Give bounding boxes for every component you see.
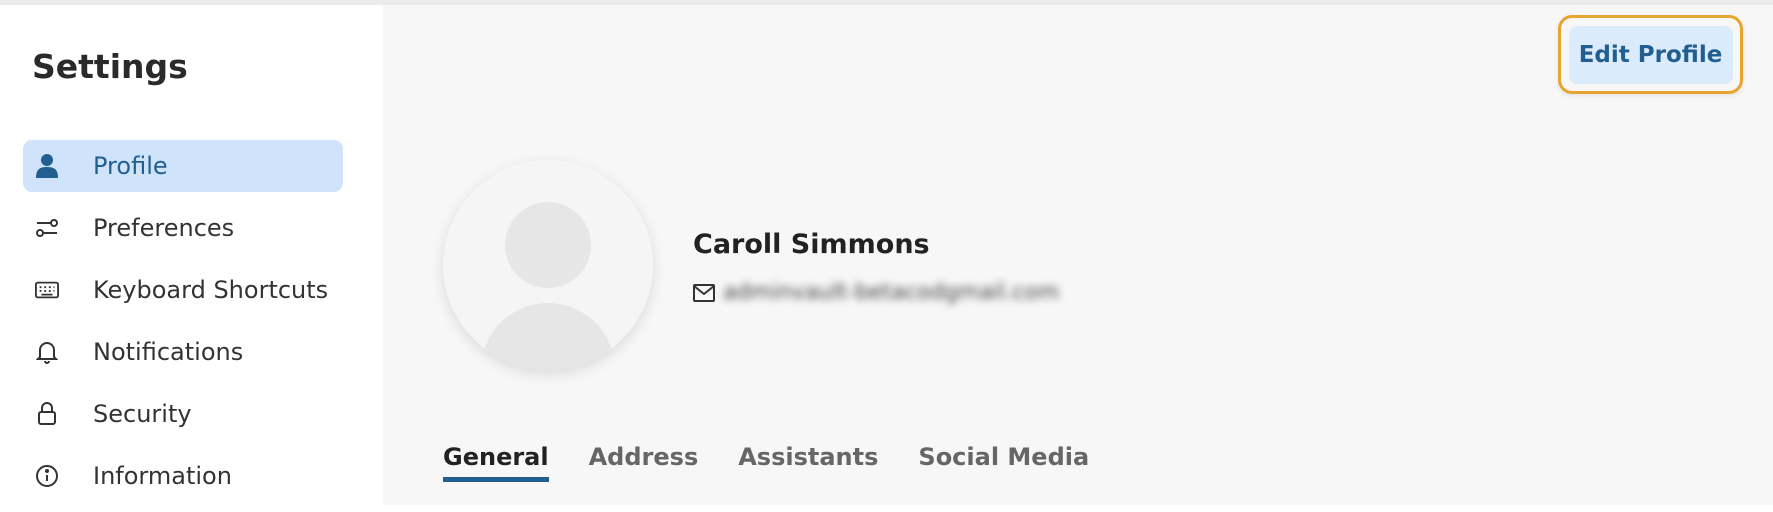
tab-address[interactable]: Address [589, 443, 699, 479]
person-icon [35, 154, 59, 178]
sidebar-item-label: Keyboard Shortcuts [93, 276, 329, 304]
user-email: adminvault-betacodgmail.com [723, 280, 1060, 305]
sidebar-item-label: Notifications [93, 338, 244, 366]
sidebar-item-profile[interactable]: Profile [23, 140, 343, 192]
info-icon [35, 464, 59, 488]
sidebar-title: Settings [32, 47, 188, 86]
sidebar-item-label: Security [93, 400, 192, 428]
sliders-icon [35, 216, 59, 240]
edit-profile-button[interactable]: Edit Profile [1558, 15, 1743, 94]
avatar-head [505, 202, 591, 288]
settings-sidebar: Settings Profile Preferences Keyboard Sh… [0, 5, 383, 505]
bell-icon [35, 340, 59, 364]
sidebar-item-label: Profile [93, 152, 168, 180]
tab-assistants[interactable]: Assistants [738, 443, 878, 479]
sidebar-item-label: Information [93, 462, 232, 490]
edit-profile-label: Edit Profile [1568, 25, 1733, 84]
sidebar-item-notifications[interactable]: Notifications [23, 326, 343, 378]
tab-social-media[interactable]: Social Media [918, 443, 1089, 479]
sidebar-item-keyboard-shortcuts[interactable]: Keyboard Shortcuts [23, 264, 343, 316]
settings-nav: Profile Preferences Keyboard Shortcuts N… [23, 140, 343, 512]
avatar-body [481, 303, 615, 370]
avatar [443, 160, 653, 370]
profile-main: Edit Profile Caroll Simmons adminvault-b… [383, 5, 1773, 505]
tab-general[interactable]: General [443, 443, 549, 482]
user-email-row: adminvault-betacodgmail.com [693, 280, 1059, 305]
sidebar-item-security[interactable]: Security [23, 388, 343, 440]
sidebar-item-information[interactable]: Information [23, 450, 343, 502]
mail-icon [693, 283, 715, 302]
sidebar-item-preferences[interactable]: Preferences [23, 202, 343, 254]
sidebar-item-label: Preferences [93, 214, 235, 242]
user-name: Caroll Simmons [693, 229, 930, 260]
profile-tabs: General Address Assistants Social Media [443, 443, 1129, 482]
keyboard-icon [35, 278, 59, 302]
lock-icon [35, 402, 59, 426]
